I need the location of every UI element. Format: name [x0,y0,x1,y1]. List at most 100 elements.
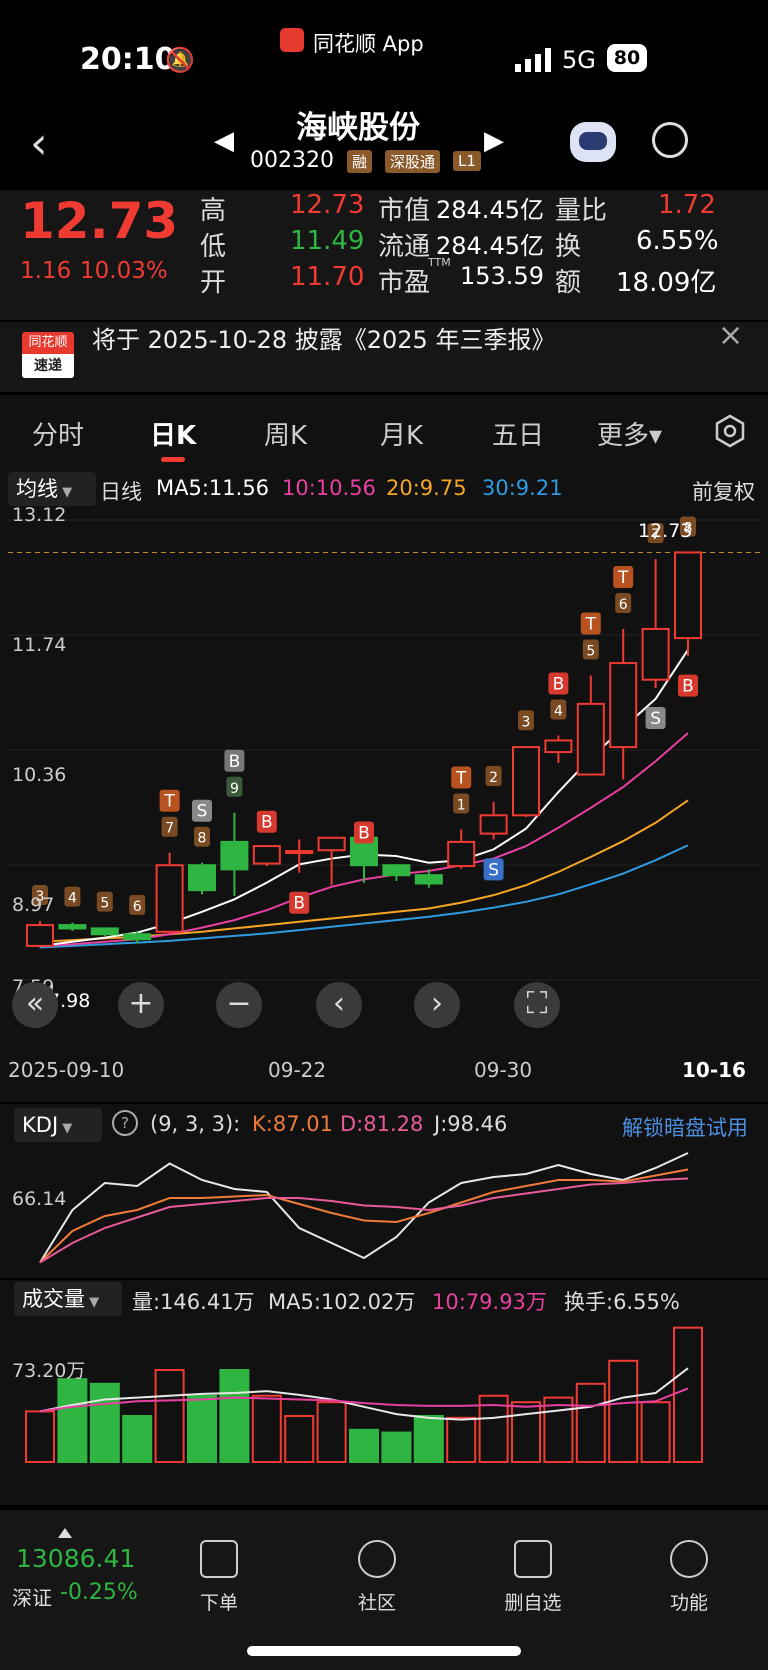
fullscreen-icon[interactable]: ⛶ [514,982,560,1028]
index-value[interactable]: 13086.41 [16,1544,135,1573]
tab-daily[interactable]: 日K [150,415,196,452]
signal-label: 6 [619,597,628,613]
candle-body [317,836,346,852]
price-change-pct: 10.03% [80,258,168,284]
zoom-in-icon[interactable]: + [118,982,164,1028]
nav-order[interactable]: 下单 [164,1540,274,1615]
kdj-params: (9, 3, 3): [150,1112,241,1136]
ma30-label: 30:9.21 [482,476,563,500]
settings-icon[interactable] [712,413,748,453]
nav-order-label: 下单 [199,1592,238,1614]
volume-bar [413,1415,444,1463]
prev-stock-icon[interactable]: ◀ [214,126,234,156]
network-label: 5G [562,46,596,74]
tab-more[interactable]: 更多▾ [597,415,662,452]
nav-community[interactable]: 社区 [322,1540,432,1615]
candle-body [382,864,411,877]
kdj-j-value: J:98.46 [434,1112,508,1136]
nav-functions[interactable]: 功能 [634,1540,744,1615]
close-icon[interactable]: × [718,318,743,353]
tab-weekly[interactable]: 周K [264,415,307,452]
price-axis-tick-3: 8.97 [12,894,55,916]
back-icon[interactable]: ‹ [30,118,48,169]
signal-label: B [229,752,241,772]
ma-selector[interactable]: 均线 ▼ [8,472,96,506]
app-name: 同花顺 App [313,32,424,56]
candle-chart[interactable]: 34567T8S9BBBB1TS234B5T6T7S8B 13.12 11.74… [8,504,760,1012]
robot-assistant-icon[interactable] [570,122,616,162]
signal-label: 8 [198,831,207,847]
float-value: 284.45亿 [436,232,544,260]
period-tabs: 分时 日K 周K 月K 五日 更多▾ [0,395,768,470]
divider [0,1278,768,1280]
signal-label: B [682,677,694,697]
kdj-k-line [39,1168,689,1264]
candle-body [674,551,702,640]
order-doc-icon [200,1540,238,1578]
express-logo-bottom: 速递 [22,354,74,378]
tab-five-day[interactable]: 五日 [492,415,544,452]
candle-body [58,924,87,930]
scroll-left-icon[interactable]: ‹ [316,982,362,1028]
candle-body [26,924,54,947]
index-name: 深证 [12,1586,52,1610]
amount-label: 额 [555,268,582,298]
stock-header: ‹ ◀ 海峡股份 002320 融 深股通 L1 ▶ [0,110,768,190]
search-icon[interactable] [652,122,688,158]
volume-chart-svg [25,1326,703,1464]
signal-label: 6 [133,899,142,915]
volume-ma10: 10:79.93万 [432,1290,547,1314]
open-label: 开 [200,268,227,298]
stock-name: 海峡股份 [296,110,420,146]
next-stock-icon[interactable]: ▶ [484,126,504,156]
home-indicator [247,1646,521,1656]
low-value: 11.49 [290,226,365,256]
volume-bar [543,1396,574,1463]
signal-label: 7 [165,821,174,837]
signal-label: 9 [230,781,239,797]
volume-selector-label: 成交量 [22,1287,85,1311]
collapse-left-icon[interactable]: « [12,982,58,1028]
signal-label: 4 [554,703,563,719]
kdj-selector[interactable]: KDJ ▼ [14,1108,102,1142]
chart-area: 均线 ▼ 日线 MA5:11.56 10:10.56 20:9.75 30:9.… [0,470,768,1505]
tag-margin: 融 [346,149,372,173]
divider [0,1102,768,1104]
float-label: 流通 [378,232,431,262]
volume-bar [57,1378,88,1464]
scroll-right-icon[interactable]: › [414,982,460,1028]
candle-body [123,933,152,941]
app-logo-icon [280,28,304,52]
signal-label: 2 [489,770,498,786]
mcap-label: 市值 [378,196,431,226]
amount-value: 18.09亿 [616,268,717,298]
help-icon[interactable]: ? [112,1110,138,1136]
tab-intraday[interactable]: 分时 [32,415,84,452]
zoom-out-icon[interactable]: − [216,982,262,1028]
candle-body [641,627,670,681]
status-bar: 20:10 🔕 同花顺 App 5G 80 [0,0,768,110]
signal-label: 5 [586,644,595,660]
adjust-mode[interactable]: 前复权 [692,476,755,506]
volume-bar [122,1415,153,1463]
tab-active-indicator [161,457,185,462]
index-change: -0.25% [60,1580,138,1605]
volume-selector[interactable]: 成交量 ▼ [14,1282,122,1316]
nav-remove-watchlist[interactable]: 删自选 [478,1540,588,1615]
volume-axis-tick: 73.20万 [12,1360,86,1382]
ma20-label: 20:9.75 [386,476,467,500]
signal-label: B [261,813,273,833]
tab-monthly[interactable]: 月K [380,415,423,452]
candle-chart-svg[interactable]: 3 4 5 67T8S9BBBB1TS234B5T6T7S8B [8,510,760,1010]
notice-banner[interactable]: 同花顺 速递 将于 2025-10-28 披露《2025 年三季报》 × [0,318,768,392]
signal-label: T [585,615,597,635]
notice-text: 将于 2025-10-28 披露《2025 年三季报》 [92,326,556,354]
candle-body [479,814,508,835]
turnover-value: 6.55% [636,226,719,256]
unlock-link[interactable]: 解锁暗盘试用 [622,1112,748,1142]
nav-functions-label: 功能 [669,1592,708,1614]
price-change: 1.16 [20,258,72,284]
nav-remove-label: 删自选 [504,1592,562,1614]
volume-bar [640,1401,671,1463]
signal-label: B [358,824,370,844]
